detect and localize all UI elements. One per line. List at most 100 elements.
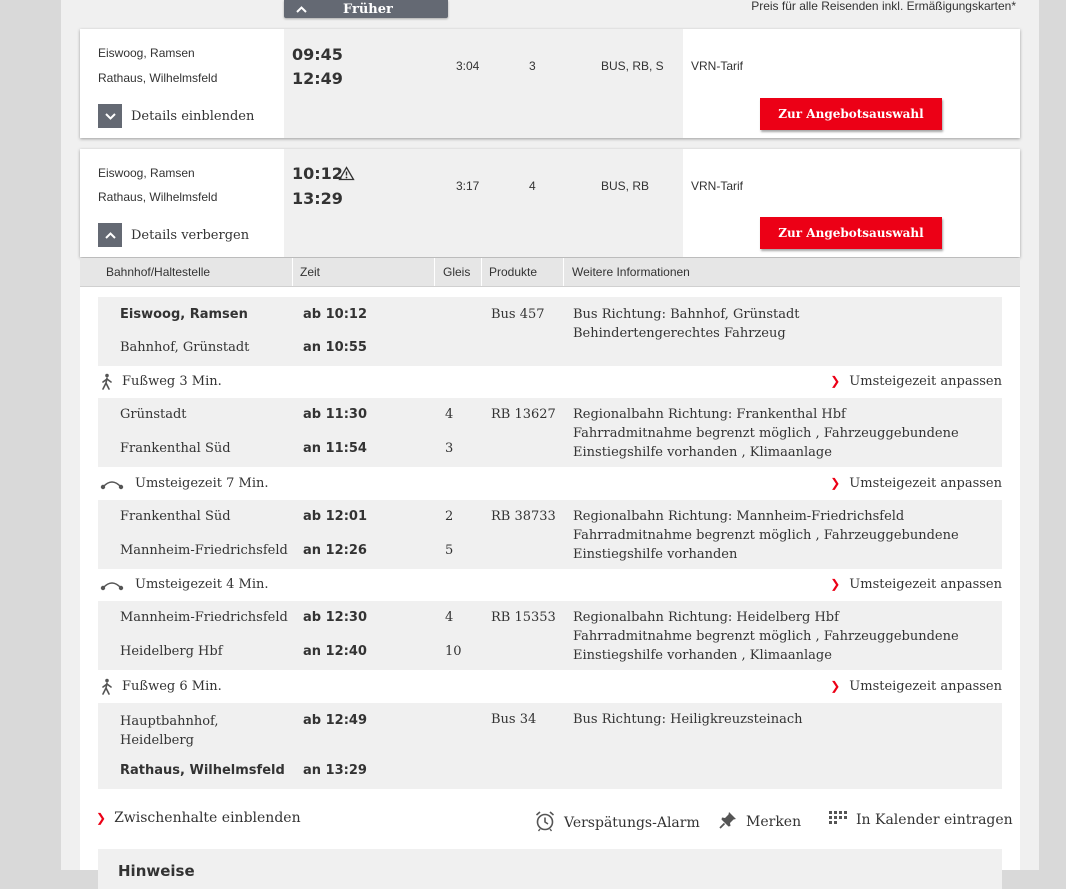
info-line: Regionalbahn Richtung: Frankenthal Hbf (573, 407, 846, 422)
adjust-transfer-link[interactable]: ❯ Umsteigezeit anpassen (830, 476, 1002, 491)
chevron-right-icon: ❯ (830, 476, 841, 490)
duration: 3:04 (456, 59, 480, 73)
header-divider (481, 258, 482, 286)
arrival-station: Heidelberg Hbf (120, 644, 223, 659)
info-line: Fahrradmitnahme begrenzt möglich , Fahrz… (573, 426, 959, 441)
action-label: In Kalender eintragen (856, 812, 1013, 828)
product: RB 38733 (491, 509, 556, 524)
transfer-row: Fußweg 6 Min. ❯ Umsteigezeit anpassen (98, 672, 1002, 702)
from-station: Eiswoog, Ramsen (98, 166, 195, 180)
info-line: Behindertengerechtes Fahrzeug (573, 326, 786, 341)
tariff: VRN-Tarif (691, 59, 744, 73)
departure-track: 2 (445, 509, 454, 524)
products: BUS, RB (601, 179, 650, 193)
transfer-icon (100, 478, 124, 496)
warning-icon[interactable] (338, 166, 355, 186)
offer-selection-button[interactable]: Zur Angebotsauswahl (760, 217, 942, 249)
toggle-label: Details verbergen (131, 227, 250, 243)
arrival-track: 5 (445, 543, 454, 558)
bookmark-button[interactable]: Merken (718, 810, 801, 834)
transfer-row: Umsteigezeit 7 Min. ❯ Umsteigezeit anpass… (98, 469, 1002, 499)
journey-segment: Hauptbahnhof, Heidelberg ab 12:49 Rathau… (98, 703, 1002, 789)
journey-segment: Eiswoog, Ramsen ab 10:12 Bahnhof, Grünst… (98, 297, 1002, 366)
adjust-transfer-link[interactable]: ❯ Umsteigezeit anpassen (830, 679, 1002, 694)
info-line: Einstiegshilfe vorhanden , Klimaanlage (573, 648, 832, 663)
connection-card-2[interactable]: Eiswoog, Ramsen Rathaus, Wilhelmsfeld 10… (80, 149, 1020, 257)
arrival-track: 3 (445, 441, 454, 456)
walking-icon (100, 678, 114, 700)
delay-alarm-button[interactable]: Verspätungs-Alarm (534, 810, 700, 836)
walking-icon (100, 373, 114, 395)
chevron-right-icon: ❯ (830, 577, 841, 591)
transfer-label: Fußweg 3 Min. (122, 374, 222, 389)
arrival-time: an 13:29 (303, 763, 367, 778)
departure-time: ab 12:49 (303, 713, 367, 728)
action-label: Verspätungs-Alarm (564, 815, 700, 831)
offer-selection-button[interactable]: Zur Angebotsauswahl (760, 98, 942, 130)
segment-info: Bus Richtung: Bahnhof, Grünstadt Behinde… (573, 305, 993, 343)
transfer-icon (100, 579, 124, 597)
info-line: Bus Richtung: Heiligkreuzsteinach (573, 712, 803, 727)
departure-station: Eiswoog, Ramsen (120, 307, 248, 322)
departure-time: 09:45 (292, 45, 343, 64)
header-divider (563, 258, 564, 286)
segment-info: Regionalbahn Richtung: Heidelberg Hbf Fa… (573, 608, 993, 665)
chevron-right-icon: ❯ (830, 374, 841, 388)
chevron-right-icon: ❯ (830, 679, 841, 693)
info-line: Einstiegshilfe vorhanden (573, 547, 738, 562)
adjust-transfer-link[interactable]: ❯ Umsteigezeit anpassen (830, 577, 1002, 592)
departure-time: ab 12:30 (303, 610, 367, 625)
header-products: Produkte (489, 265, 538, 279)
station-line: Hauptbahnhof, (120, 714, 219, 729)
header-divider (292, 258, 293, 286)
info-line: Fahrradmitnahme begrenzt möglich , Fahrz… (573, 629, 959, 644)
departure-station: Hauptbahnhof, Heidelberg (120, 712, 219, 750)
earlier-label: Früher (343, 1, 393, 17)
transfer-label: Fußweg 6 Min. (122, 679, 222, 694)
changes: 3 (529, 59, 536, 73)
arrival-time: an 12:26 (303, 543, 367, 558)
departure-time: 10:12 (292, 164, 343, 183)
departure-station: Mannheim-Friedrichsfeld (120, 610, 288, 625)
segment-info: Bus Richtung: Heiligkreuzsteinach (573, 710, 993, 729)
product: Bus 457 (491, 307, 545, 322)
product: RB 15353 (491, 610, 556, 625)
show-intermediate-stops-link[interactable]: ❯ Zwischenhalte einblenden (96, 810, 301, 826)
info-line: Regionalbahn Richtung: Heidelberg Hbf (573, 610, 839, 625)
hide-details-toggle[interactable]: Details verbergen (98, 223, 249, 247)
departure-track: 4 (445, 407, 454, 422)
chevron-up-icon (98, 223, 122, 247)
adjust-label: Umsteigezeit anpassen (849, 374, 1002, 389)
show-details-toggle[interactable]: Details einblenden (98, 104, 254, 128)
earlier-button[interactable]: Früher (284, 0, 448, 18)
arrival-station: Frankenthal Süd (120, 441, 231, 456)
pin-icon (718, 810, 738, 834)
connection-card-1[interactable]: Eiswoog, Ramsen Rathaus, Wilhelmsfeld 09… (80, 29, 1020, 138)
journey-segment: Frankenthal Süd ab 12:01 2 Mannheim-Frie… (98, 500, 1002, 569)
adjust-transfer-link[interactable]: ❯ Umsteigezeit anpassen (830, 374, 1002, 389)
header-time: Zeit (300, 265, 321, 279)
transfer-label: Umsteigezeit 7 Min. (135, 476, 269, 491)
departure-station: Frankenthal Süd (120, 509, 231, 524)
action-label: Merken (746, 814, 802, 830)
journey-segment: Mannheim-Friedrichsfeld ab 12:30 4 Heide… (98, 601, 1002, 670)
journey-segment: Grünstadt ab 11:30 4 Frankenthal Süd an … (98, 398, 1002, 467)
station-line: Heidelberg (120, 733, 194, 748)
add-to-calendar-button[interactable]: In Kalender eintragen (828, 810, 1013, 830)
to-station: Rathaus, Wilhelmsfeld (98, 190, 218, 204)
notes-box: Hinweise (98, 849, 1002, 889)
chevron-up-icon (296, 3, 307, 16)
tariff: VRN-Tarif (691, 179, 744, 193)
arrival-station: Bahnhof, Grünstadt (120, 340, 250, 355)
departure-time: ab 11:30 (303, 407, 367, 422)
connection-details: Bahnhof/Haltestelle Zeit Gleis Produkte … (80, 258, 1020, 889)
arrival-time: an 12:40 (303, 644, 367, 659)
info-line: Fahrradmitnahme begrenzt möglich , Fahrz… (573, 528, 959, 543)
changes: 4 (529, 179, 536, 193)
transfer-label: Umsteigezeit 4 Min. (135, 577, 269, 592)
info-line: Einstiegshilfe vorhanden , Klimaanlage (573, 445, 832, 460)
departure-track: 4 (445, 610, 454, 625)
arrival-track: 10 (445, 644, 462, 659)
from-station: Eiswoog, Ramsen (98, 46, 195, 60)
header-info: Weitere Informationen (572, 265, 690, 279)
